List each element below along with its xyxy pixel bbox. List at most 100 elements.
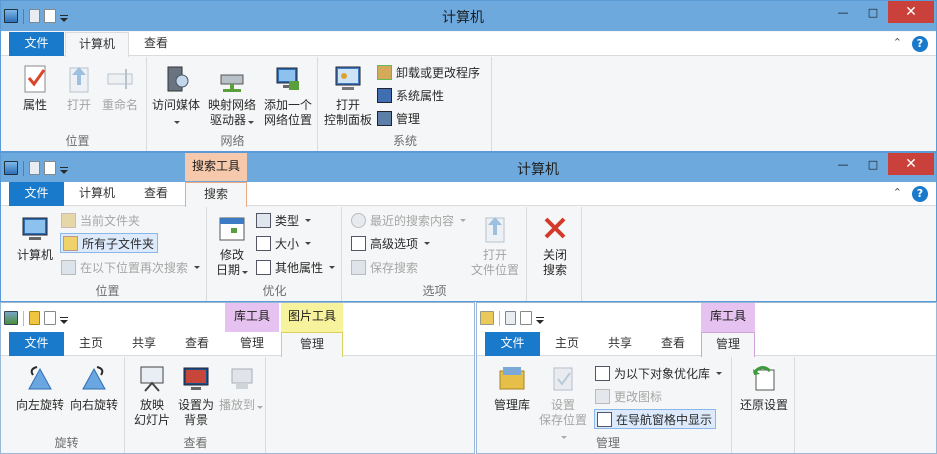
tab-file[interactable]: 文件 [9,182,64,206]
help-icon[interactable]: ? [912,36,928,52]
slideshow-button[interactable]: 放映 幻灯片 [130,363,174,428]
ribbon-body: 向左旋转 向右旋转 旋转 放映 幻灯片 设置为 背景 播放到 查看 [1,357,474,453]
date-modified-button[interactable]: 修改 日期 [210,213,254,278]
manage-library-button[interactable]: 管理库 [487,363,537,413]
close-button[interactable]: ✕ [888,1,934,23]
tab-computer[interactable]: 计算机 [67,182,127,206]
minimize-button[interactable]: — [828,1,858,23]
customize-qa-icon[interactable] [60,14,68,22]
rename-button[interactable]: 重命名 [97,63,143,113]
collapse-ribbon-icon[interactable]: ⌃ [893,186,902,199]
kind-label: 类型 [275,213,300,228]
save-search-label: 保存搜索 [370,260,419,275]
tab-share[interactable]: 共享 [119,332,169,356]
play-to-button[interactable]: 播放到 [218,363,264,413]
manage-library-label: 管理库 [493,398,530,412]
customize-qa-icon[interactable] [536,316,544,324]
tab-manage-library[interactable]: 管理 [225,332,279,356]
context-search-tools: 搜索工具 [185,153,247,181]
manage-button[interactable]: 管理 [377,108,420,128]
computer-icon [4,161,18,175]
tab-home[interactable]: 主页 [543,332,591,356]
minimize-button[interactable]: — [828,153,858,175]
access-media-button[interactable]: 访问媒体 [150,63,202,128]
rotate-left-button[interactable]: 向左旋转 [13,363,67,413]
rotate-right-label: 向右旋转 [69,398,118,412]
set-save-location-button[interactable]: 设置 保存位置 [537,363,589,443]
new-folder-qa-icon[interactable] [520,311,532,325]
close-button[interactable]: ✕ [888,153,934,175]
control-panel-label-2: 控制面板 [323,113,372,127]
collapse-ribbon-icon[interactable]: ⌃ [893,36,902,49]
set-as-background-button[interactable]: 设置为 背景 [174,363,218,428]
restore-settings-button[interactable]: 还原设置 [735,363,793,413]
properties-qa-icon[interactable] [29,161,40,175]
new-folder-qa-icon[interactable] [44,311,56,325]
maximize-button[interactable]: □ [858,153,888,175]
system-properties-button[interactable]: 系统属性 [377,85,444,105]
search-again-button[interactable]: 在以下位置再次搜索 [61,257,201,277]
current-folder-button[interactable]: 当前文件夹 [61,210,140,230]
ribbon-body: 计算机 当前文件夹 所有子文件夹 在以下位置再次搜索 位置 修改 日期 类型 大小… [1,207,936,301]
optimize-library-button[interactable]: 为以下对象优化库 [595,363,723,383]
tab-file[interactable]: 文件 [9,332,64,356]
uninstall-program-button[interactable]: 卸载或更改程序 [377,62,480,82]
close-search-button[interactable]: 关闭 搜索 [530,213,580,278]
map-drive-label-1: 映射网络 [207,98,256,112]
open-button[interactable]: 打开 [59,63,99,113]
properties-button[interactable]: 属性 [13,63,57,113]
search-computer-label: 计算机 [16,248,53,262]
map-drive-label-2: 驱动器 [209,113,246,127]
system-properties-icon [377,87,392,103]
tab-view[interactable]: 查看 [171,332,223,356]
open-file-location-button[interactable]: 打开 文件位置 [465,213,525,278]
properties-icon [24,65,46,93]
tab-manage[interactable]: 管理 [701,332,755,357]
rotate-right-button[interactable]: 向右旋转 [67,363,121,413]
tab-manage-picture[interactable]: 管理 [281,332,343,357]
network-drive-icon [220,74,244,92]
customize-qa-icon[interactable] [60,316,68,324]
window-computer-main: 计算机 — □ ✕ 文件 计算机 查看 ⌃ ? 属性 打开 重命名 位置 访问媒… [0,0,937,152]
recent-searches-button[interactable]: 最近的搜索内容 [351,210,467,230]
tab-share[interactable]: 共享 [595,332,645,356]
new-folder-qa-icon[interactable] [44,9,56,23]
open-control-panel-button[interactable]: 打开 控制面板 [321,63,375,128]
ribbon-body: 管理库 设置 保存位置 为以下对象优化库 更改图标 在导航窗格中显示 管理 还原设… [477,357,936,453]
show-in-navigation-button[interactable]: 在导航窗格中显示 [594,409,717,429]
size-button[interactable]: 大小 [256,233,312,253]
group-network-label: 网络 [220,134,245,148]
open-label: 打开 [66,98,91,112]
help-icon[interactable]: ? [912,186,928,202]
tab-view[interactable]: 查看 [647,332,699,356]
change-icon-button[interactable]: 更改图标 [595,386,662,406]
advanced-options-button[interactable]: 高级选项 [351,233,431,253]
save-search-button[interactable]: 保存搜索 [351,257,418,277]
tab-file[interactable]: 文件 [9,32,64,56]
customize-qa-icon[interactable] [60,166,68,174]
tab-file[interactable]: 文件 [485,332,540,356]
folder-qa-icon[interactable] [29,311,40,325]
tab-home[interactable]: 主页 [67,332,115,356]
group-rotate: 向左旋转 向右旋转 旋转 [9,357,125,453]
add-network-location-button[interactable]: 添加一个 网络位置 [260,63,316,128]
properties-qa-icon[interactable] [505,311,516,325]
rename-label: 重命名 [101,98,138,112]
new-folder-qa-icon[interactable] [44,161,56,175]
map-drive-button[interactable]: 映射网络 驱动器 [204,63,260,128]
properties-qa-icon[interactable] [29,9,40,23]
search-computer-button[interactable]: 计算机 [11,213,59,263]
ribbon-body: 属性 打开 重命名 位置 访问媒体 映射网络 驱动器 添加一个 网络位置 网络 … [1,57,936,151]
tab-search[interactable]: 搜索 [185,182,247,207]
advanced-options-icon [351,235,366,251]
tab-computer[interactable]: 计算机 [65,32,129,57]
other-properties-button[interactable]: 其他属性 [256,257,336,277]
maximize-button[interactable]: □ [858,1,888,23]
tab-view[interactable]: 查看 [131,182,181,206]
group-options-label: 选项 [422,284,447,298]
optimize-library-icon [595,365,610,381]
tab-view[interactable]: 查看 [131,32,181,56]
slideshow-icon [140,366,164,392]
all-subfolders-button[interactable]: 所有子文件夹 [60,233,159,253]
kind-button[interactable]: 类型 [256,210,312,230]
